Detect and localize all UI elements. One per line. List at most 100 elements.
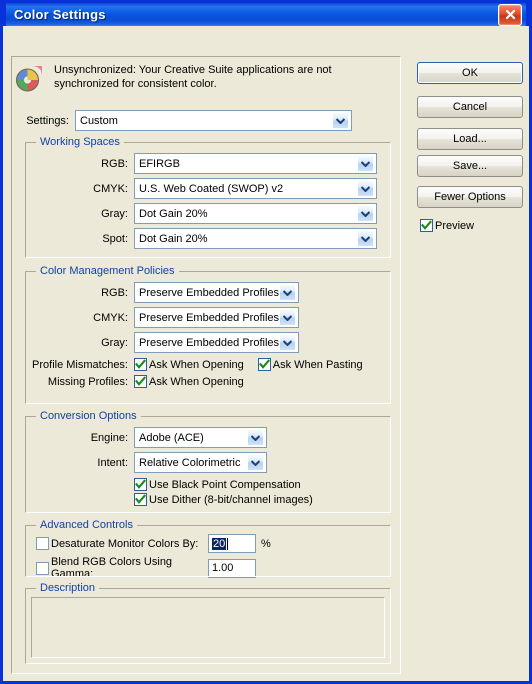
chevron-down-icon[interactable] bbox=[247, 429, 264, 446]
black-point-compensation-label: Use Black Point Compensation bbox=[149, 478, 301, 491]
working-space-row-spot: Spot: Dot Gain 20% bbox=[26, 228, 378, 249]
policy-rgb-combobox[interactable]: Preserve Embedded Profiles bbox=[134, 282, 299, 303]
policy-cmyk-combobox[interactable]: Preserve Embedded Profiles bbox=[134, 307, 299, 328]
chevron-down-icon[interactable] bbox=[279, 309, 296, 326]
desaturate-monitor-colors-label: Desaturate Monitor Colors By: bbox=[51, 537, 199, 550]
policy-gray-label: Gray: bbox=[101, 336, 128, 349]
missing-profiles-row: Missing Profiles: Ask When Opening bbox=[26, 375, 378, 388]
ws-rgb-combobox[interactable]: EFIRGB bbox=[134, 153, 377, 174]
working-spaces-group: Working Spaces RGB: EFIRGB CMYK: U.S. We… bbox=[25, 136, 391, 258]
black-point-compensation-checkbox[interactable]: Use Black Point Compensation bbox=[134, 478, 301, 491]
mismatch-ask-opening-checkbox[interactable]: Ask When Opening bbox=[134, 358, 244, 371]
blend-gamma-input[interactable]: 1.00 bbox=[208, 558, 256, 578]
description-textbox bbox=[31, 597, 385, 658]
blend-rgb-gamma-label: Blend RGB Colors Using Gamma: bbox=[51, 556, 173, 580]
checkmark-icon bbox=[257, 358, 271, 371]
conversion-options-group: Conversion Options Engine: Adobe (ACE) I… bbox=[25, 410, 391, 513]
blend-rgb-gamma-checkbox[interactable]: Blend RGB Colors Using Gamma: bbox=[36, 556, 208, 580]
profile-mismatches-row: Profile Mismatches: Ask When Opening Ask… bbox=[26, 358, 378, 371]
intent-combobox[interactable]: Relative Colorimetric bbox=[134, 452, 267, 473]
desaturate-value: 20 bbox=[212, 537, 227, 550]
blend-gamma-row: Blend RGB Colors Using Gamma: 1.00 bbox=[36, 556, 390, 580]
chevron-down-icon[interactable] bbox=[279, 284, 296, 301]
ws-gray-label: Gray: bbox=[101, 207, 128, 220]
close-button[interactable] bbox=[498, 3, 522, 26]
working-space-row-rgb: RGB: EFIRGB bbox=[26, 153, 378, 174]
missing-ask-opening-label: Ask When Opening bbox=[149, 375, 244, 388]
ok-button[interactable]: OK bbox=[417, 62, 523, 84]
policy-rgb-label: RGB: bbox=[101, 286, 128, 299]
empty-checkbox-icon bbox=[36, 561, 49, 575]
use-dither-checkbox[interactable]: Use Dither (8-bit/channel images) bbox=[134, 493, 313, 506]
chevron-down-icon[interactable] bbox=[357, 180, 374, 197]
ws-rgb-label: RGB: bbox=[101, 157, 128, 170]
missing-profiles-label: Missing Profiles: bbox=[47, 375, 128, 388]
missing-ask-opening-checkbox[interactable]: Ask When Opening bbox=[134, 375, 244, 388]
black-point-row: Use Black Point Compensation bbox=[26, 478, 378, 491]
intent-label: Intent: bbox=[97, 456, 128, 469]
cancel-button[interactable]: Cancel bbox=[417, 96, 523, 118]
working-spaces-title: Working Spaces bbox=[36, 136, 124, 148]
fewer-options-button[interactable]: Fewer Options bbox=[417, 186, 523, 208]
ws-spot-label: Spot: bbox=[102, 232, 128, 245]
mismatch-ask-opening-label: Ask When Opening bbox=[149, 358, 244, 371]
policies-group: Color Management Policies RGB: Preserve … bbox=[25, 265, 391, 404]
ws-spot-value: Dot Gain 20% bbox=[139, 232, 208, 245]
working-space-row-cmyk: CMYK: U.S. Web Coated (SWOP) v2 bbox=[26, 178, 378, 199]
preview-checkbox[interactable]: Preview bbox=[420, 219, 474, 232]
policies-title: Color Management Policies bbox=[36, 265, 179, 277]
engine-label: Engine: bbox=[90, 431, 128, 444]
policy-gray-combobox[interactable]: Preserve Embedded Profiles bbox=[134, 332, 299, 353]
advanced-controls-title: Advanced Controls bbox=[36, 519, 137, 531]
intent-row: Intent: Relative Colorimetric bbox=[26, 452, 378, 473]
dialog-body: Unsynchronized: Your Creative Suite appl… bbox=[3, 26, 529, 681]
blend-gamma-value: 1.00 bbox=[212, 562, 234, 574]
ws-spot-combobox[interactable]: Dot Gain 20% bbox=[134, 228, 377, 249]
mismatch-ask-pasting-checkbox[interactable]: Ask When Pasting bbox=[257, 358, 363, 371]
chevron-down-icon[interactable] bbox=[279, 334, 296, 351]
policy-rgb-value: Preserve Embedded Profiles bbox=[139, 286, 279, 299]
dither-row: Use Dither (8-bit/channel images) bbox=[26, 493, 378, 506]
ws-rgb-value: EFIRGB bbox=[139, 157, 180, 170]
policy-cmyk-label: CMYK: bbox=[93, 311, 128, 324]
text-caret bbox=[227, 537, 229, 550]
profile-mismatches-label: Profile Mismatches: bbox=[32, 358, 128, 371]
mismatch-ask-pasting-label: Ask When Pasting bbox=[272, 358, 363, 371]
conversion-options-title: Conversion Options bbox=[36, 410, 141, 422]
policy-row-gray: Gray: Preserve Embedded Profiles bbox=[26, 332, 378, 353]
ws-gray-combobox[interactable]: Dot Gain 20% bbox=[134, 203, 377, 224]
description-title: Description bbox=[36, 582, 100, 594]
ws-cmyk-combobox[interactable]: U.S. Web Coated (SWOP) v2 bbox=[134, 178, 377, 199]
ws-cmyk-value: U.S. Web Coated (SWOP) v2 bbox=[139, 182, 284, 195]
desaturate-value-input[interactable]: 20 bbox=[208, 534, 256, 553]
working-space-row-gray: Gray: Dot Gain 20% bbox=[26, 203, 378, 224]
policy-gray-value: Preserve Embedded Profiles bbox=[139, 336, 279, 349]
checkmark-icon bbox=[134, 358, 147, 371]
window-title: Color Settings bbox=[14, 7, 106, 22]
chevron-down-icon[interactable] bbox=[357, 155, 374, 172]
engine-combobox[interactable]: Adobe (ACE) bbox=[134, 427, 267, 448]
chevron-down-icon[interactable] bbox=[247, 454, 264, 471]
save-button[interactable]: Save... bbox=[417, 155, 523, 177]
preview-row: Preview bbox=[420, 218, 474, 236]
policy-row-cmyk: CMYK: Preserve Embedded Profiles bbox=[26, 307, 378, 328]
load-button[interactable]: Load... bbox=[417, 128, 523, 150]
checkmark-icon bbox=[420, 219, 433, 232]
desaturate-monitor-colors-checkbox[interactable]: Desaturate Monitor Colors By: bbox=[36, 537, 208, 550]
policy-row-rgb: RGB: Preserve Embedded Profiles bbox=[26, 282, 378, 303]
use-dither-label: Use Dither (8-bit/channel images) bbox=[149, 493, 313, 506]
ws-gray-value: Dot Gain 20% bbox=[139, 207, 208, 220]
checkmark-icon bbox=[134, 375, 147, 388]
description-text bbox=[32, 598, 384, 604]
policy-cmyk-value: Preserve Embedded Profiles bbox=[139, 311, 279, 324]
empty-checkbox-icon bbox=[36, 537, 49, 550]
chevron-down-icon[interactable] bbox=[357, 205, 374, 222]
preview-label: Preview bbox=[435, 219, 475, 232]
title-bar[interactable]: Color Settings bbox=[3, 0, 529, 26]
checkmark-icon bbox=[134, 493, 147, 506]
desaturate-row: Desaturate Monitor Colors By: 20 % bbox=[36, 534, 390, 553]
color-settings-dialog: Color Settings Unsynchronized: Your Crea… bbox=[0, 0, 532, 684]
chevron-down-icon[interactable] bbox=[357, 230, 374, 247]
desaturate-unit: % bbox=[261, 537, 271, 550]
engine-value: Adobe (ACE) bbox=[139, 431, 204, 444]
